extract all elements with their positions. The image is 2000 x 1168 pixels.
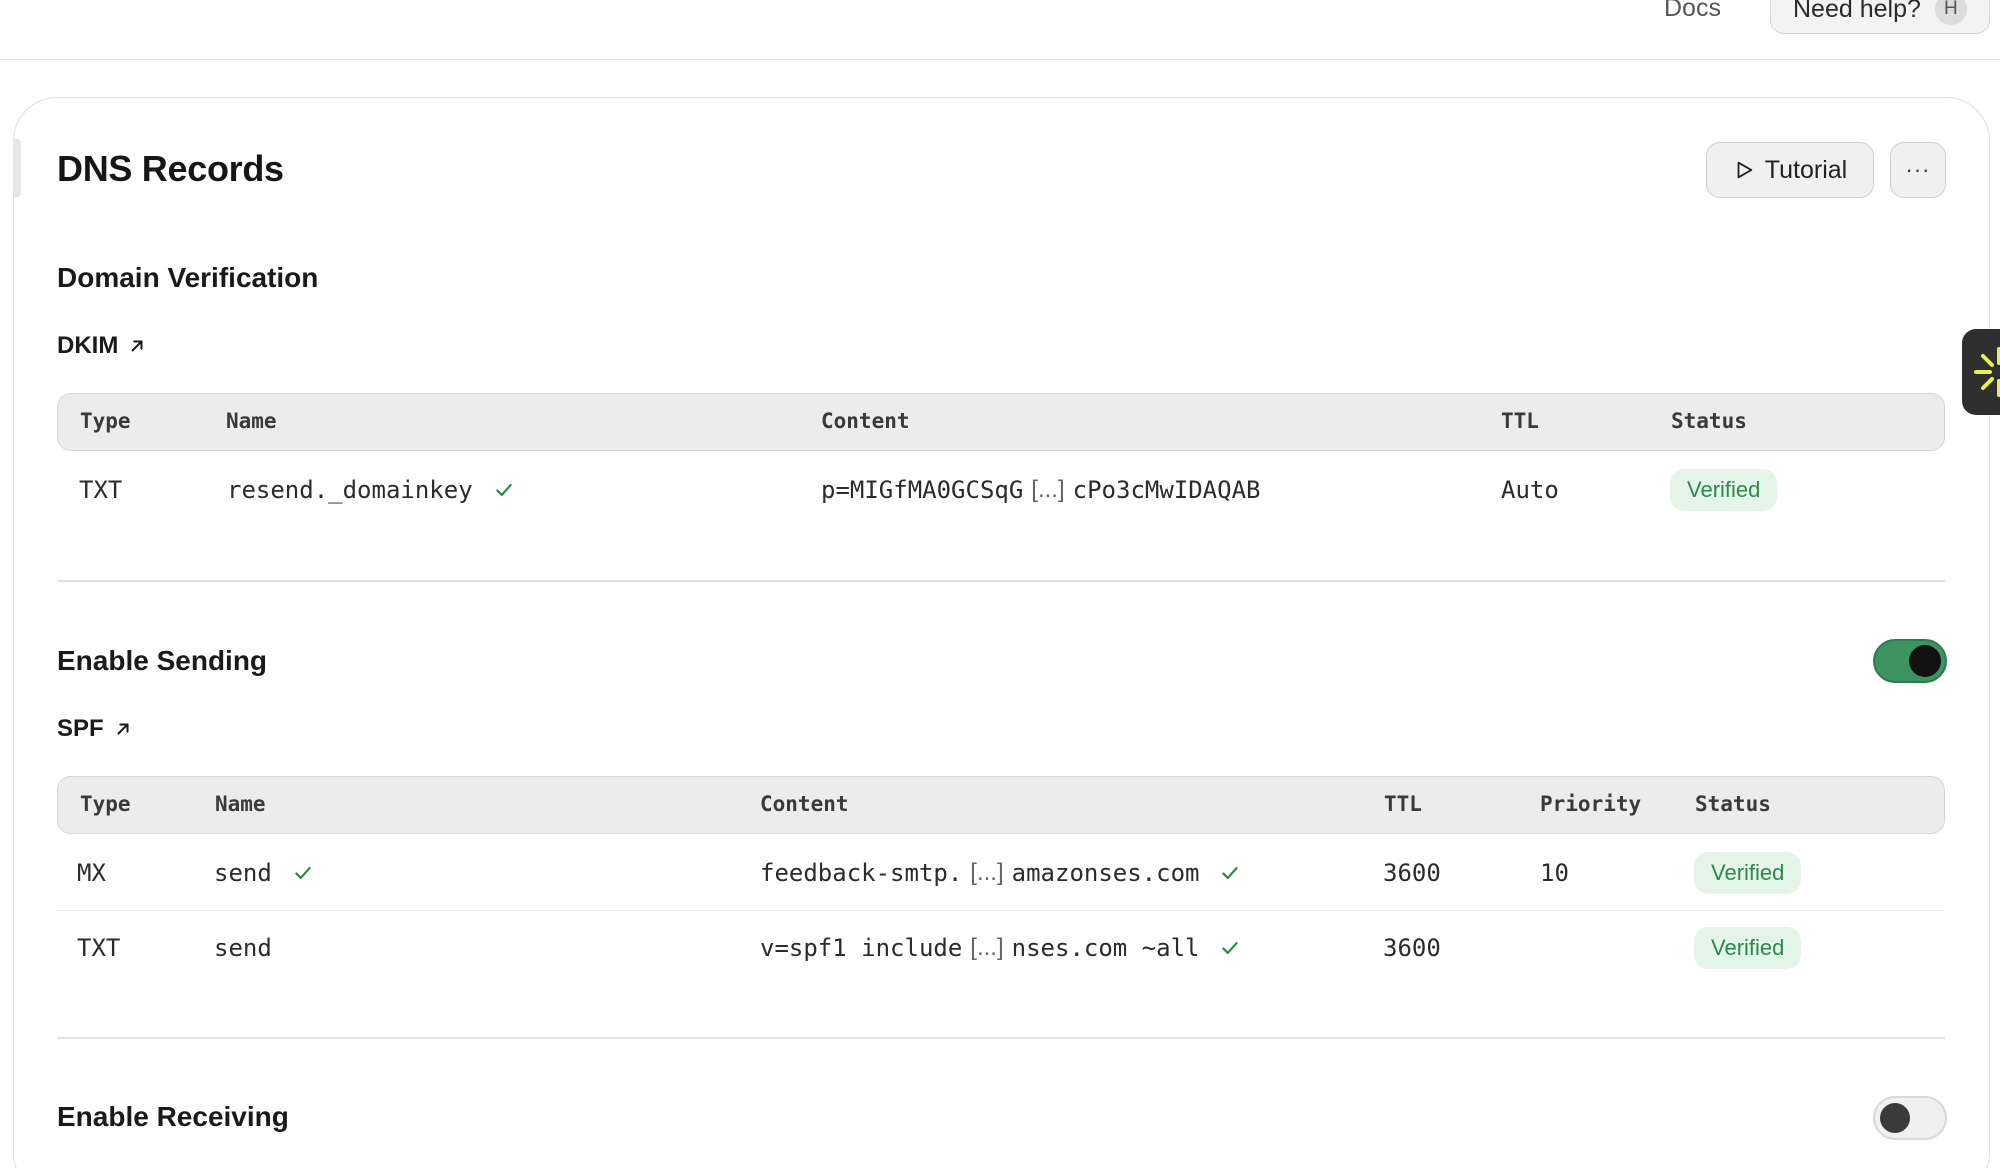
record-type: MX (77, 859, 106, 887)
record-name: resend._domainkey (227, 476, 473, 504)
section-divider (57, 580, 1945, 582)
record-ttl: 3600 (1383, 934, 1441, 962)
record-content-cell[interactable]: p=MIGfMA0GCSqG [...] cPo3cMwIDAQAB (821, 453, 1260, 527)
spf-table-header: Type Name Content TTL Priority Status (57, 776, 1945, 834)
status-badge: Verified (1694, 927, 1802, 969)
tutorial-label: Tutorial (1764, 155, 1848, 184)
arrow-up-right-icon (131, 340, 143, 352)
record-name-cell[interactable]: resend._domainkey (227, 453, 515, 527)
content-end: cPo3cMwIDAQAB (1072, 476, 1261, 504)
card-edge-accent (13, 139, 21, 197)
record-ttl: 3600 (1383, 859, 1441, 887)
content-ellipsis: [...] (970, 859, 1004, 886)
record-name: send (214, 859, 272, 887)
check-icon (495, 483, 512, 497)
content-ellipsis: [...] (970, 934, 1004, 961)
toggle-knob (1909, 645, 1941, 677)
record-content-cell[interactable]: v=spf1 include [...] nses.com ~all (760, 911, 1241, 985)
record-name: send (214, 934, 272, 962)
content-start: feedback-smtp. (760, 859, 963, 887)
dkim-label: DKIM (57, 332, 119, 359)
table-row: TXT resend._domainkey p=MIGfMA0GCSqG [..… (57, 453, 1945, 527)
col-status: Status (1695, 792, 1771, 816)
spf-table: Type Name Content TTL Priority Status MX… (57, 776, 1945, 984)
status-cell: Verified (1670, 453, 1778, 527)
record-priority: 10 (1540, 859, 1569, 887)
record-ttl: Auto (1501, 476, 1559, 504)
col-type: Type (80, 409, 131, 433)
check-icon (295, 866, 311, 880)
table-row: MX send feedback-smtp. [...] amazonses.c… (57, 836, 1945, 910)
content-end: nses.com ~all (1011, 934, 1200, 962)
docs-link[interactable]: Docs (1664, 0, 1721, 24)
content-start: p=MIGfMA0GCSqG (821, 476, 1024, 504)
sparkle-icon (1974, 347, 2000, 397)
domain-verification-title: Domain Verification (57, 262, 319, 293)
enable-receiving-toggle[interactable] (1873, 1096, 1947, 1140)
dkim-table: Type Name Content TTL Status TXT resend.… (57, 393, 1945, 527)
enable-sending-toggle[interactable] (1873, 639, 1947, 683)
content-start: v=spf1 include (760, 934, 963, 962)
col-status: Status (1671, 409, 1747, 433)
record-name-cell[interactable]: send (214, 911, 272, 985)
need-help-button[interactable]: Need help? H (1770, 0, 1990, 34)
toggle-knob (1880, 1103, 1910, 1133)
play-icon (1737, 161, 1753, 179)
check-icon (1222, 866, 1239, 880)
page-title: DNS Records (57, 148, 284, 189)
floating-assistant-widget[interactable] (1962, 329, 2000, 415)
section-divider (57, 1037, 1945, 1039)
dkim-link[interactable]: DKIM (57, 332, 146, 360)
col-type: Type (80, 792, 131, 816)
enable-sending-title: Enable Sending (57, 645, 268, 676)
top-bar: Docs Need help? H (0, 0, 2000, 60)
dns-records-card (13, 97, 1990, 1168)
col-priority: Priority (1540, 792, 1642, 816)
arrow-up-right-icon (117, 723, 129, 735)
tutorial-button[interactable]: Tutorial (1706, 142, 1874, 198)
dkim-table-header: Type Name Content TTL Status (57, 393, 1945, 451)
status-badge: Verified (1694, 852, 1802, 894)
status-badge: Verified (1670, 469, 1778, 511)
content-end: amazonses.com (1011, 859, 1200, 887)
col-content: Content (821, 409, 910, 433)
record-type: TXT (79, 476, 123, 504)
need-help-label: Need help? (1793, 0, 1921, 23)
content-ellipsis: [...] (1031, 476, 1065, 503)
col-name: Name (215, 792, 266, 816)
table-row: TXT send v=spf1 include [...] nses.com ~… (57, 910, 1945, 984)
check-icon (1222, 941, 1239, 955)
record-type: TXT (77, 934, 121, 962)
spf-label: SPF (57, 715, 104, 742)
col-name: Name (226, 409, 277, 433)
spf-link[interactable]: SPF (57, 715, 132, 743)
col-ttl: TTL (1501, 409, 1539, 433)
col-ttl: TTL (1384, 792, 1422, 816)
col-content: Content (760, 792, 849, 816)
status-cell: Verified (1694, 836, 1802, 910)
record-content-cell[interactable]: feedback-smtp. [...] amazonses.com (760, 836, 1241, 910)
more-options-button[interactable]: ··· (1890, 142, 1946, 198)
record-name-cell[interactable]: send (214, 836, 314, 910)
status-cell: Verified (1694, 911, 1802, 985)
help-shortcut-key: H (1934, 0, 1967, 25)
enable-receiving-title: Enable Receiving (57, 1101, 289, 1132)
